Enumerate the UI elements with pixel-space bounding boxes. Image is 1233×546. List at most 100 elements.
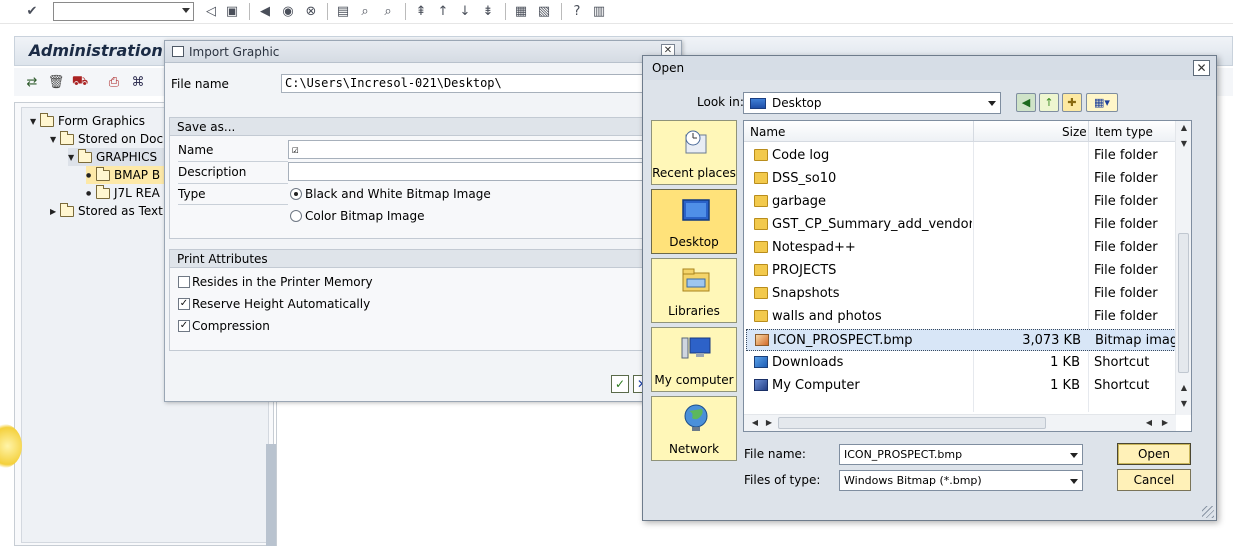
command-field[interactable] xyxy=(53,2,194,21)
file-name-field[interactable]: C:\Users\Incresol-021\Desktop\ xyxy=(281,74,683,93)
up-folder-icon[interactable]: ↑ xyxy=(1039,93,1059,112)
toolbar-divider xyxy=(327,3,328,20)
tree-node-label: GRAPHICS xyxy=(96,150,158,164)
scroll-right-arrow-icon[interactable]: ▶ xyxy=(762,418,776,427)
chevron-down-icon[interactable] xyxy=(182,8,190,13)
tree-node-stored-on-document[interactable]: ▼ Stored on Doc xyxy=(50,130,163,148)
find-icon[interactable]: ⌕ xyxy=(357,3,373,19)
file-row[interactable]: Code log File folder xyxy=(746,145,1176,167)
file-row[interactable]: walls and photos File folder xyxy=(746,306,1176,328)
first-page-icon[interactable]: ⇞ xyxy=(413,3,429,19)
compression-checkbox[interactable]: ✓ xyxy=(178,320,190,332)
open-button[interactable]: Open xyxy=(1117,443,1191,465)
view-menu-icon[interactable]: ▦▾ xyxy=(1086,93,1118,112)
dialog-title-bar: Import Graphic ✕ xyxy=(165,41,681,63)
file-row[interactable]: My Computer 1 KB Shortcut xyxy=(746,375,1176,397)
file-name-input[interactable]: ICON_PROSPECT.bmp xyxy=(839,444,1083,465)
file-row[interactable]: garbage File folder xyxy=(746,191,1176,213)
scroll-up-arrow-icon[interactable]: ▲ xyxy=(1177,123,1191,132)
tree-node-j7l[interactable]: ● J7L REA xyxy=(86,184,160,202)
next-page-icon[interactable]: ↓ xyxy=(457,3,473,19)
save-icon[interactable]: ▣ xyxy=(224,3,240,19)
print-icon[interactable]: ▤ xyxy=(335,3,351,19)
scroll-thumb[interactable] xyxy=(778,417,1046,429)
desktop-icon xyxy=(750,97,766,109)
cancel-button[interactable]: Cancel xyxy=(1117,469,1191,491)
scroll-left-arrow-icon[interactable]: ◀ xyxy=(748,418,762,427)
find-next-icon[interactable]: ⌕ xyxy=(380,3,396,19)
scroll-left-arrow-icon[interactable]: ◀ xyxy=(1142,418,1156,427)
leaf-bullet-icon: ● xyxy=(86,171,92,179)
scroll-down-arrow-icon[interactable]: ▼ xyxy=(1177,399,1191,408)
file-name-value: ICON_PROSPECT.bmp xyxy=(844,448,963,461)
print-preview-icon[interactable]: ⎙ xyxy=(106,74,122,90)
back-arrow-icon[interactable]: ◁ xyxy=(203,3,219,19)
chevron-down-icon[interactable] xyxy=(988,101,996,106)
place-my-computer[interactable]: My computer xyxy=(651,327,737,392)
radio-color-bitmap[interactable] xyxy=(290,210,302,222)
file-row[interactable]: DSS_so10 File folder xyxy=(746,168,1176,190)
enter-check-icon[interactable]: ✔ xyxy=(24,3,40,19)
splitter-bar[interactable] xyxy=(266,444,276,546)
cancel-icon[interactable]: ⊗ xyxy=(303,3,319,19)
resize-grip[interactable] xyxy=(1202,506,1214,518)
file-row[interactable]: Downloads 1 KB Shortcut xyxy=(746,352,1176,374)
transport-icon[interactable]: ⛟ xyxy=(72,74,88,90)
new-folder-icon[interactable]: ✚ xyxy=(1062,93,1082,112)
chevron-down-icon[interactable] xyxy=(1070,479,1078,484)
place-label: My computer xyxy=(654,373,734,387)
look-in-dropdown[interactable]: Desktop xyxy=(743,92,1001,114)
file-row-selected[interactable]: ICON_PROSPECT.bmp 3,073 KB Bitmap image xyxy=(746,329,1179,351)
tree-node-stored-as-text[interactable]: ▶ Stored as Text xyxy=(50,202,163,220)
back-navigation-icon[interactable]: ◀ xyxy=(1016,93,1036,112)
scroll-up-arrow-icon[interactable]: ▼ xyxy=(1177,139,1191,148)
place-network[interactable]: Network xyxy=(651,396,737,461)
place-desktop[interactable]: Desktop xyxy=(651,189,737,254)
scroll-thumb[interactable] xyxy=(1178,233,1189,373)
scroll-up-arrow-icon[interactable]: ▲ xyxy=(1177,383,1191,392)
new-session-icon[interactable]: ▦ xyxy=(513,3,529,19)
reserve-height-checkbox[interactable]: ✓ xyxy=(178,298,190,310)
continue-button[interactable]: ✓ xyxy=(611,375,629,393)
name-field[interactable]: ☑ xyxy=(288,140,680,159)
horizontal-scrollbar[interactable]: ◀ ▶ ◀ ▶ xyxy=(744,414,1176,431)
column-header-name[interactable]: Name xyxy=(750,125,785,139)
layout-menu-icon[interactable]: ▥ xyxy=(591,3,607,19)
resides-in-printer-memory-checkbox[interactable] xyxy=(178,276,190,288)
back-icon[interactable]: ◀ xyxy=(257,3,273,19)
collapsed-triangle-icon[interactable]: ▶ xyxy=(50,207,60,216)
radio-black-white-bitmap[interactable] xyxy=(290,188,302,200)
place-label: Recent places xyxy=(652,166,736,180)
column-divider[interactable] xyxy=(973,121,974,142)
name-label: Name xyxy=(178,143,214,157)
exit-icon[interactable]: ◉ xyxy=(280,3,296,19)
scroll-right-arrow-icon[interactable]: ▶ xyxy=(1158,418,1172,427)
shortcut-icon[interactable]: ▧ xyxy=(536,3,552,19)
place-libraries[interactable]: Libraries xyxy=(651,258,737,323)
chevron-down-icon[interactable] xyxy=(1070,453,1078,458)
expand-triangle-icon[interactable]: ▼ xyxy=(30,117,40,126)
details-icon[interactable]: ⌘ xyxy=(130,74,146,90)
place-recent-places[interactable]: Recent places xyxy=(651,120,737,185)
expand-triangle-icon[interactable]: ▼ xyxy=(50,135,60,144)
help-icon[interactable]: ? xyxy=(569,3,585,19)
last-page-icon[interactable]: ⇟ xyxy=(480,3,496,19)
file-row[interactable]: PROJECTS File folder xyxy=(746,260,1176,282)
import-icon[interactable]: ⇄ xyxy=(24,74,40,90)
column-divider[interactable] xyxy=(1088,121,1089,142)
folder-icon xyxy=(60,202,74,217)
vertical-scrollbar[interactable]: ▲ ▼ ▲ ▼ xyxy=(1175,121,1191,415)
description-field[interactable] xyxy=(288,162,680,181)
tree-node-form-graphics[interactable]: ▼ Form Graphics xyxy=(30,112,145,130)
column-header-size[interactable]: Size xyxy=(1062,125,1087,139)
file-row[interactable]: Snapshots File folder xyxy=(746,283,1176,305)
file-name: Downloads xyxy=(772,355,844,370)
expand-triangle-icon[interactable]: ▼ xyxy=(68,153,78,162)
files-of-type-dropdown[interactable]: Windows Bitmap (*.bmp) xyxy=(839,470,1083,491)
file-row[interactable]: GST_CP_Summary_add_vendor... File folder xyxy=(746,214,1176,236)
file-row[interactable]: Notespad++ File folder xyxy=(746,237,1176,259)
close-icon[interactable]: ✕ xyxy=(1193,60,1210,76)
delete-icon[interactable]: 🗑 xyxy=(48,74,65,90)
previous-page-icon[interactable]: ↑ xyxy=(435,3,451,19)
column-header-item-type[interactable]: Item type xyxy=(1095,125,1153,139)
